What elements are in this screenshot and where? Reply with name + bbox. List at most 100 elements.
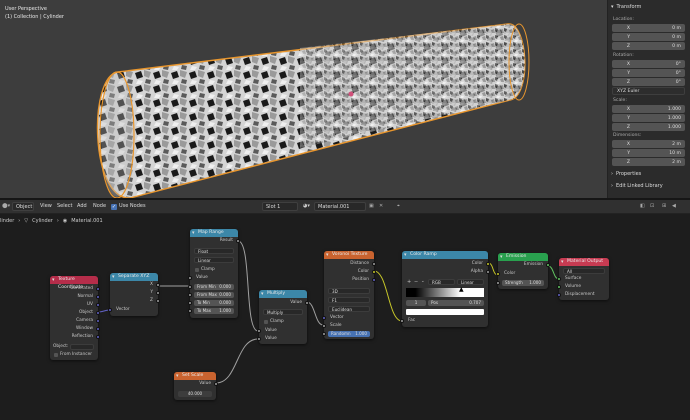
object-type-dropdown[interactable]: Object (12, 202, 34, 211)
input-socket[interactable] (188, 301, 192, 305)
operation-dropdown[interactable]: Multiply (263, 309, 303, 315)
input-socket[interactable] (257, 329, 261, 333)
dimensions-z-field[interactable]: Z2 m (612, 158, 685, 166)
to-max-field[interactable]: To Max 1.000 (194, 308, 234, 314)
data-type-dropdown[interactable]: Float (194, 248, 234, 254)
clamp-checkbox[interactable] (195, 268, 199, 272)
material-name-field[interactable]: Material.001 (314, 202, 366, 211)
input-socket[interactable] (400, 319, 404, 323)
node-color-ramp[interactable]: Color Ramp Color Alpha + − ⌄ RGB Linear … (400, 251, 490, 327)
node-header[interactable]: Map Range (190, 229, 238, 237)
add-stop-icon[interactable]: + (407, 279, 411, 285)
node-voronoi-texture[interactable]: Voronoi Texture Distance Color Position … (322, 251, 376, 339)
view-icon[interactable]: ⊞ (662, 203, 666, 209)
node-header[interactable]: Set Scale (174, 372, 216, 380)
feature-dropdown[interactable]: F1 (328, 297, 370, 303)
node-multiply[interactable]: Multiply Value Multiply Clamp Value Valu… (257, 290, 309, 344)
node-header[interactable]: Texture Coordinate (50, 276, 98, 290)
sidebar-toggle-icon[interactable]: ◀ (672, 203, 676, 209)
output-socket[interactable] (486, 262, 490, 266)
rotation-x-field[interactable]: X 0° (612, 60, 685, 68)
output-socket[interactable] (96, 287, 100, 291)
node-header[interactable]: Color Ramp (402, 251, 488, 259)
to-min-field[interactable]: To Min 0.000 (194, 300, 234, 306)
output-socket[interactable] (96, 303, 100, 307)
remove-stop-icon[interactable]: − (414, 279, 418, 285)
color-mode-dropdown[interactable]: RGB (428, 279, 455, 285)
pin-icon[interactable]: ⌖ (397, 203, 400, 209)
close-icon[interactable]: ✕ (379, 203, 383, 209)
randomness-slider[interactable]: Randomn 1.000 (328, 331, 370, 337)
output-socket[interactable] (305, 301, 309, 305)
from-min-field[interactable]: From Min 0.000 (194, 284, 234, 290)
output-socket[interactable] (486, 270, 490, 274)
menu-add[interactable]: Add (77, 203, 87, 209)
rotation-z-field[interactable]: Z 0° (612, 78, 685, 86)
object-picker[interactable] (70, 344, 94, 350)
interpolation-dropdown[interactable]: Linear (194, 257, 234, 263)
from-instancer-checkbox[interactable] (54, 353, 58, 357)
stop-index-field[interactable]: 1 (406, 300, 426, 306)
output-socket[interactable] (372, 278, 376, 282)
node-header[interactable]: Multiply (259, 290, 307, 298)
output-socket[interactable] (96, 327, 100, 331)
output-socket[interactable] (236, 239, 240, 243)
3d-viewport[interactable]: User Perspective (1) Collection | Cylind… (0, 0, 607, 198)
dimensions-y-field[interactable]: Y 10 m (612, 149, 685, 157)
input-socket[interactable] (188, 276, 192, 280)
location-z-field[interactable]: Z0 m (612, 42, 685, 50)
node-set-scale[interactable]: Set Scale Value 40.000 (174, 372, 218, 400)
output-socket[interactable] (214, 382, 218, 386)
node-map-range[interactable]: Map Range Result Float Linear Clamp Valu… (188, 229, 240, 318)
from-max-field[interactable]: From Max 0.000 (194, 292, 234, 298)
menu-select[interactable]: Select (57, 203, 72, 209)
input-socket[interactable] (257, 337, 261, 341)
stop-color-swatch[interactable] (406, 309, 484, 315)
menu-node[interactable]: Node (93, 203, 106, 209)
snap-icon[interactable]: ⊡ (650, 203, 654, 209)
output-socket[interactable] (546, 263, 550, 267)
overlay-icon[interactable]: ◧ (640, 203, 645, 209)
rotation-mode-dropdown[interactable]: XYZ Euler (612, 87, 685, 95)
input-socket[interactable] (322, 316, 326, 320)
output-socket[interactable] (96, 311, 100, 315)
stop-marker-icon[interactable]: ▲ (459, 287, 464, 293)
output-socket[interactable] (372, 270, 376, 274)
clamp-checkbox[interactable] (264, 320, 268, 324)
menu-view[interactable]: View (40, 203, 52, 209)
copy-icon[interactable]: ▣ (369, 203, 374, 209)
location-x-field[interactable]: X0 m (612, 24, 685, 32)
input-socket[interactable] (322, 324, 326, 328)
scale-x-field[interactable]: X 1.000 (612, 105, 685, 113)
input-socket[interactable] (557, 293, 561, 297)
node-emission[interactable]: Emission Emission Color Strength1.000 (496, 253, 550, 289)
output-socket[interactable] (372, 262, 376, 266)
properties-panel-header[interactable]: › Properties (611, 171, 641, 177)
slot-dropdown[interactable]: Slot 1 (262, 202, 298, 211)
dimensions-x-field[interactable]: X2 m (612, 140, 685, 148)
input-socket[interactable] (557, 285, 561, 289)
color-ramp-gradient[interactable] (406, 288, 484, 297)
cylinder-mesh[interactable] (0, 0, 607, 198)
output-socket[interactable] (156, 291, 160, 295)
input-socket[interactable] (188, 285, 192, 289)
output-socket[interactable] (156, 299, 160, 303)
linked-library-panel-header[interactable]: › Edit Linked Library (611, 183, 663, 189)
input-socket[interactable] (188, 293, 192, 297)
node-header[interactable]: Separate XYZ (110, 273, 158, 281)
output-socket[interactable] (96, 295, 100, 299)
output-socket[interactable] (156, 283, 160, 287)
node-header[interactable]: Emission (498, 253, 548, 261)
node-separate-xyz[interactable]: Separate XYZ X Y Z Vector (108, 273, 160, 316)
output-socket[interactable] (96, 335, 100, 339)
dimensions-dropdown[interactable]: 3D (328, 288, 370, 294)
location-y-field[interactable]: Y0 m (612, 33, 685, 41)
material-sphere-icon[interactable]: ◕▾ (303, 203, 310, 209)
strength-field[interactable]: Strength 1.000 (502, 280, 544, 286)
scale-value-field[interactable]: 40.000 (178, 391, 212, 397)
node-header[interactable]: Voronoi Texture (324, 251, 374, 259)
node-header[interactable]: Material Output (559, 258, 609, 266)
scale-z-field[interactable]: Z 1.000 (612, 123, 685, 131)
input-socket[interactable] (108, 308, 112, 312)
input-socket[interactable] (322, 332, 326, 336)
